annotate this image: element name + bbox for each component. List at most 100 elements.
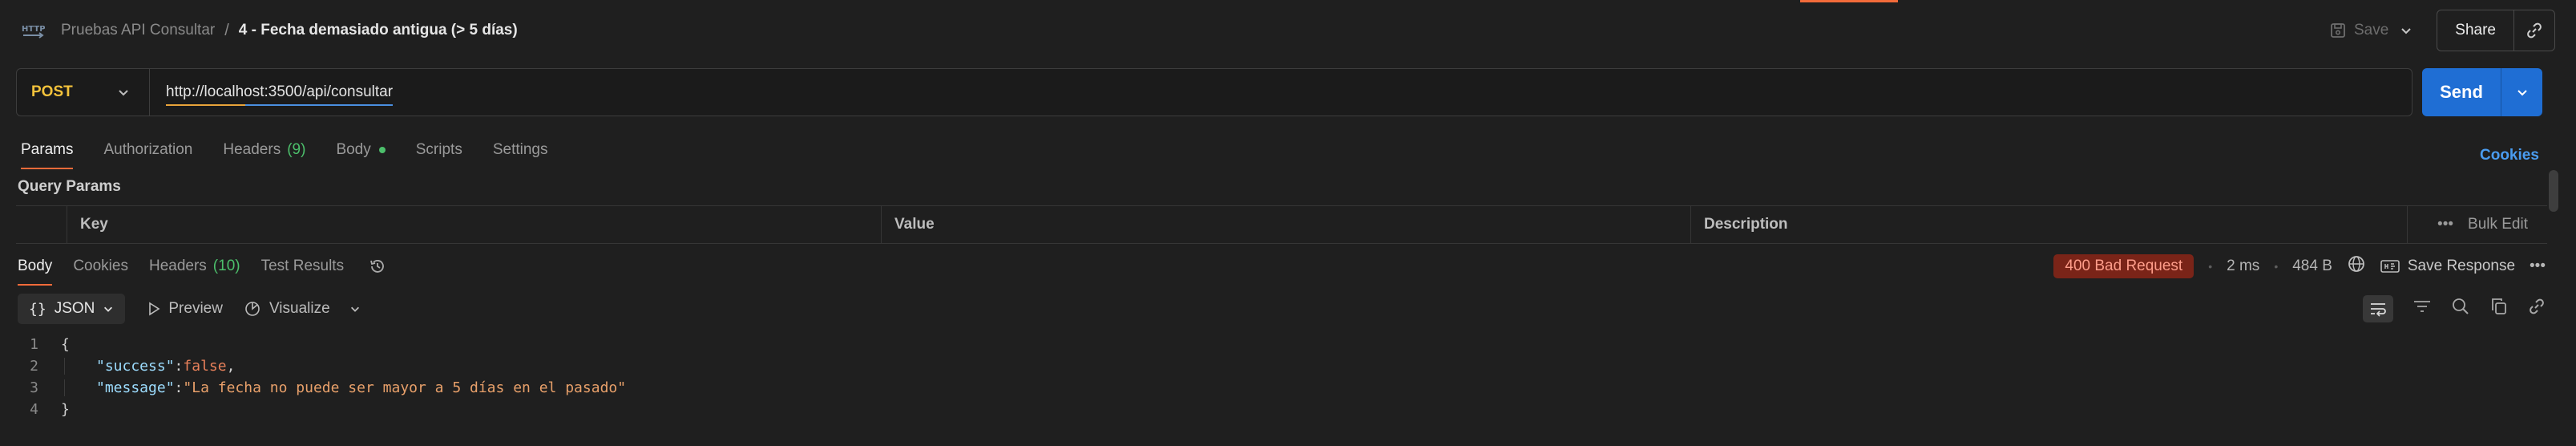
share-button[interactable]: Share <box>2437 10 2514 51</box>
breadcrumb-separator: / <box>224 21 229 39</box>
response-more-icon[interactable]: ••• <box>2530 257 2546 275</box>
response-size[interactable]: 484 B <box>2292 257 2332 275</box>
url-value: http://localhost:3500/api/consultar <box>166 83 394 100</box>
filter-icon[interactable] <box>2412 298 2432 319</box>
params-actions: ••• Bulk Edit <box>2408 206 2547 243</box>
headers-count: (9) <box>287 141 306 158</box>
response-toolbar: {} JSON Preview Visualize <box>18 294 382 324</box>
send-options-chevron-down-icon[interactable] <box>2501 68 2542 116</box>
response-time[interactable]: 2 ms <box>2227 257 2259 275</box>
save-icon <box>2331 23 2345 38</box>
code-text: { <box>61 336 70 353</box>
line-number: 4 <box>30 401 38 418</box>
tab-params[interactable]: Params <box>21 132 74 169</box>
code-line: 1 { <box>0 334 2576 355</box>
save-response-icon <box>2380 260 2400 273</box>
code-line: 4 } <box>0 399 2576 420</box>
close-brace: } <box>61 401 70 418</box>
response-tab-headers[interactable]: Headers (10) <box>149 249 240 284</box>
tab-body-label: Body <box>336 141 371 158</box>
column-header-key: Key <box>67 206 882 243</box>
response-tab-body-label: Body <box>18 257 53 274</box>
tab-authorization-label: Authorization <box>103 141 193 158</box>
svg-text:HTTP: HTTP <box>22 25 45 34</box>
scrollbar-thumb[interactable] <box>2549 170 2558 212</box>
save-response-button[interactable]: Save Response <box>2380 257 2515 275</box>
tab-settings[interactable]: Settings <box>493 132 548 168</box>
request-header: HTTP Pruebas API Consultar / 4 - Fecha d… <box>0 0 2576 61</box>
response-tab-body[interactable]: Body <box>18 249 53 286</box>
send-button[interactable]: Send <box>2422 68 2501 116</box>
request-tabs: Params Authorization Headers (9) Body Scr… <box>21 132 578 169</box>
response-tab-test-results[interactable]: Test Results <box>261 249 344 284</box>
save-options-chevron-down-icon[interactable] <box>2400 24 2412 37</box>
response-tab-cookies[interactable]: Cookies <box>73 249 128 284</box>
line-number: 3 <box>30 379 38 396</box>
code-text: } <box>61 401 70 418</box>
json-value-message: "La fecha no puede ser mayor a 5 días en… <box>183 379 627 396</box>
wrap-lines-icon[interactable] <box>2363 295 2393 322</box>
json-colon: : <box>174 379 184 396</box>
header-actions: Save Share <box>2330 10 2555 51</box>
visualize-button[interactable]: Visualize <box>244 300 361 318</box>
column-header-value: Value <box>882 206 1691 243</box>
response-headers-count: (10) <box>212 257 240 274</box>
cookies-link[interactable]: Cookies <box>2480 147 2539 164</box>
chevron-down-icon <box>350 306 359 312</box>
code-text: "success": false, <box>61 358 235 375</box>
response-body-code[interactable]: 1 { 2 "success": false, 3 "message": "La… <box>0 334 2576 420</box>
status-badge[interactable]: 400 Bad Request <box>2053 254 2194 278</box>
tab-authorization[interactable]: Authorization <box>103 132 192 168</box>
indent-guide <box>64 379 65 396</box>
visualize-icon <box>245 302 260 316</box>
tab-scripts[interactable]: Scripts <box>416 132 462 168</box>
copy-link-icon[interactable] <box>2514 10 2554 51</box>
body-indicator-dot <box>378 147 386 153</box>
response-meta: 400 Bad Request • 2 ms • 484 B Save Resp… <box>2053 250 2546 282</box>
url-bar: POST http://localhost:3500/api/consultar <box>16 68 2412 116</box>
save-response-label: Save Response <box>2407 257 2516 274</box>
tab-body[interactable]: Body <box>336 132 386 168</box>
json-key-message: "message" <box>96 379 175 396</box>
copy-icon[interactable] <box>2489 297 2509 321</box>
indent-guide <box>64 358 65 375</box>
json-colon: : <box>174 358 184 375</box>
tab-settings-label: Settings <box>492 141 548 158</box>
search-icon[interactable] <box>2451 297 2470 321</box>
save-button[interactable]: Save <box>2330 22 2388 39</box>
line-number: 1 <box>30 336 38 353</box>
breadcrumb-collection[interactable]: Pruebas API Consultar <box>61 22 215 39</box>
history-icon[interactable] <box>368 257 387 276</box>
json-braces-icon: {} <box>29 300 46 318</box>
meta-separator: • <box>2274 260 2279 273</box>
response-tab-test-results-label: Test Results <box>260 257 345 274</box>
open-brace: { <box>61 336 70 353</box>
chevron-down-icon <box>104 306 113 312</box>
query-params-label: Query Params <box>18 178 121 195</box>
json-comma: , <box>226 358 236 375</box>
tab-headers[interactable]: Headers (9) <box>223 132 305 168</box>
bulk-edit-button[interactable]: Bulk Edit <box>2468 216 2528 233</box>
request-title[interactable]: 4 - Fecha demasiado antigua (> 5 días) <box>239 22 518 39</box>
code-line: 2 "success": false, <box>0 355 2576 377</box>
send-group: Send <box>2422 68 2542 116</box>
column-header-description: Description <box>1691 206 2408 243</box>
json-key-success: "success" <box>96 358 175 375</box>
tab-scripts-label: Scripts <box>415 141 462 158</box>
share-group: Share <box>2437 10 2555 51</box>
params-more-icon[interactable]: ••• <box>2437 216 2453 233</box>
params-checkbox-column <box>16 206 67 243</box>
url-input[interactable]: http://localhost:3500/api/consultar <box>166 83 394 106</box>
meta-separator: • <box>2208 260 2213 273</box>
network-globe-icon[interactable] <box>2347 254 2366 278</box>
format-select[interactable]: {} JSON <box>18 294 126 324</box>
method-select[interactable]: POST <box>17 69 150 116</box>
tab-headers-label: Headers <box>223 141 281 158</box>
response-tabs: Body Cookies Headers (10) Test Results <box>18 249 387 286</box>
preview-button[interactable]: Preview <box>147 300 223 318</box>
visualize-label: Visualize <box>269 300 330 317</box>
save-label: Save <box>2353 22 2389 39</box>
response-tab-headers-label: Headers <box>148 257 207 274</box>
link-icon[interactable] <box>2528 298 2546 320</box>
tab-params-label: Params <box>21 141 74 158</box>
